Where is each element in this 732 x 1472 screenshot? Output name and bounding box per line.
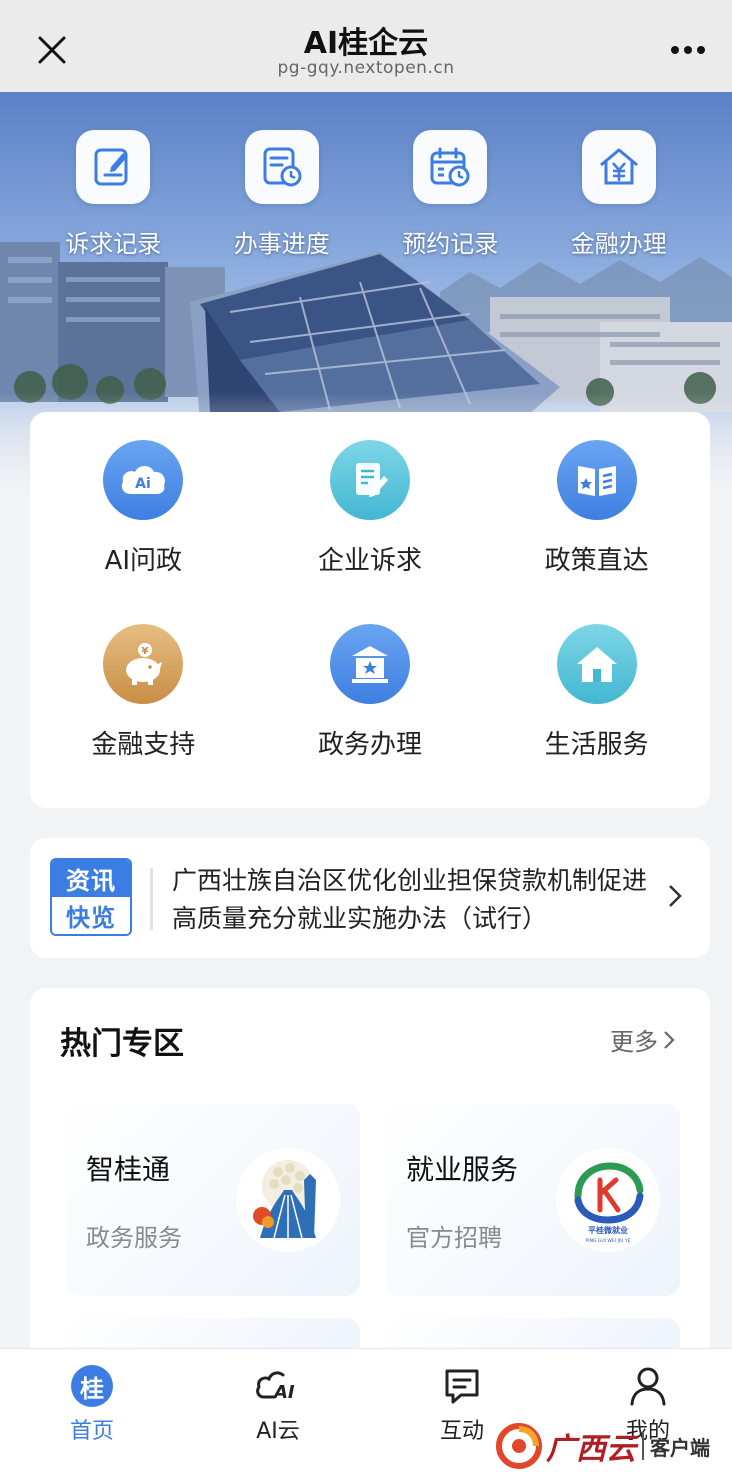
logo-subtext: PING GUI WEI JIU YE bbox=[586, 1238, 631, 1244]
service-label: AI问政 bbox=[104, 546, 183, 576]
service-label: 生活服务 bbox=[544, 730, 649, 760]
service-finance-support[interactable]: ¥ 金融支持 bbox=[30, 624, 257, 808]
more-button[interactable] bbox=[666, 30, 710, 70]
piggy-bank-icon: ¥ bbox=[103, 624, 184, 704]
finance-house-icon bbox=[581, 130, 656, 204]
hot-card-title: 智桂通 bbox=[86, 1153, 171, 1186]
service-label: 企业诉求 bbox=[317, 546, 422, 576]
tab-home[interactable]: 桂 首页 bbox=[32, 1365, 152, 1445]
edit-record-icon bbox=[76, 130, 151, 204]
service-label: 金融支持 bbox=[91, 730, 196, 760]
guangxiyun-watermark: 广西云 客户端 bbox=[496, 1420, 732, 1472]
quick-item-finance[interactable]: 金融办理 bbox=[535, 130, 704, 260]
tab-label: 首页 bbox=[69, 1419, 114, 1444]
service-gov-affairs[interactable]: 政务办理 bbox=[257, 624, 484, 808]
service-life[interactable]: 生活服务 bbox=[483, 624, 710, 808]
tab-label: 互动 bbox=[439, 1419, 484, 1444]
hot-card-zhiguitong[interactable]: 智桂通 政务服务 bbox=[66, 1104, 360, 1296]
news-banner[interactable]: 资讯 快览 广西壮族自治区优化创业担保贷款机制促进高质量充分就业实施办法（试行） bbox=[30, 838, 710, 958]
top-bar: AI桂企云 pg-gqy.nextopen.cn bbox=[0, 0, 732, 92]
chevron-right-icon bbox=[664, 1030, 675, 1049]
guangxiyun-logo-icon bbox=[496, 1423, 542, 1469]
calendar-clock-icon bbox=[413, 130, 488, 204]
pingguiwei-logo-icon: 平桂微就业 PING GUI WEI JIU YE bbox=[556, 1148, 660, 1252]
hot-zone-section: 热门专区 更多 智桂通 政务服务 就业服务 官方招聘 平桂微就业 PING GU… bbox=[30, 988, 710, 1368]
more-link-label: 更多 bbox=[610, 1028, 658, 1056]
service-label: 政策直达 bbox=[544, 546, 649, 576]
more-dots-icon bbox=[671, 46, 705, 54]
service-label: 政务办理 bbox=[317, 730, 422, 760]
hot-card-title: 就业服务 bbox=[406, 1153, 519, 1186]
more-link[interactable]: 更多 bbox=[610, 1022, 676, 1057]
policy-book-icon bbox=[556, 440, 637, 520]
hot-card-subtitle: 官方招聘 bbox=[406, 1224, 502, 1252]
quick-item-label: 诉求记录 bbox=[65, 230, 162, 258]
document-pen-icon bbox=[329, 440, 410, 520]
quick-item-label: 预约记录 bbox=[402, 230, 499, 258]
quick-item-label: 金融办理 bbox=[570, 230, 667, 258]
service-enterprise-appeal[interactable]: 企业诉求 bbox=[257, 440, 484, 624]
svg-text:¥: ¥ bbox=[142, 646, 149, 657]
watermark-brand: 广西云 bbox=[546, 1432, 636, 1467]
watermark-suffix: 客户端 bbox=[650, 1435, 710, 1460]
quick-item-label: 办事进度 bbox=[233, 230, 330, 258]
watermark-divider bbox=[642, 1432, 644, 1460]
house-icon bbox=[556, 624, 637, 704]
zhiguitong-logo-icon bbox=[236, 1148, 340, 1252]
user-icon bbox=[630, 1367, 666, 1406]
svg-text:AI: AI bbox=[272, 1382, 295, 1403]
news-badge-line1: 资讯 bbox=[52, 860, 130, 897]
tab-ai-cloud[interactable]: AI AI云 bbox=[218, 1365, 338, 1445]
chevron-right-icon bbox=[669, 885, 682, 907]
service-policy-direct[interactable]: 政策直达 bbox=[483, 440, 710, 624]
news-badge-line2: 快览 bbox=[52, 897, 130, 934]
section-title: 热门专区 bbox=[60, 1026, 184, 1062]
quick-actions: 诉求记录 办事进度 预约记录 金融办理 bbox=[0, 130, 732, 260]
quick-item-booking[interactable]: 预约记录 bbox=[366, 130, 535, 260]
chat-bubble-icon bbox=[445, 1369, 479, 1404]
gui-home-icon: 桂 bbox=[71, 1365, 113, 1407]
tab-label: AI云 bbox=[256, 1419, 300, 1444]
news-badge: 资讯 快览 bbox=[50, 858, 132, 936]
news-headline: 广西壮族自治区优化创业担保贷款机制促进高质量充分就业实施办法（试行） bbox=[172, 866, 648, 933]
progress-doc-icon bbox=[244, 130, 319, 204]
service-ai-consult[interactable]: Ai AI问政 bbox=[30, 440, 257, 624]
government-building-icon bbox=[329, 624, 410, 704]
quick-item-progress[interactable]: 办事进度 bbox=[198, 130, 367, 260]
ai-cloud-icon: Ai bbox=[103, 440, 184, 520]
page-title: AI桂企云 bbox=[303, 26, 429, 61]
svg-text:Ai: Ai bbox=[136, 476, 152, 492]
services-card: Ai AI问政 企业诉求 政策直达 ¥ 金融支持 政务办理 生活服务 bbox=[30, 412, 710, 808]
quick-item-appeal-records[interactable]: 诉求记录 bbox=[29, 130, 198, 260]
news-divider bbox=[150, 868, 153, 930]
hot-card-subtitle: 政务服务 bbox=[86, 1224, 182, 1252]
ai-cloud-tab-icon: AI bbox=[256, 1371, 295, 1403]
hot-card-employment[interactable]: 就业服务 官方招聘 平桂微就业 PING GUI WEI JIU YE bbox=[386, 1104, 680, 1296]
page-url: pg-gqy.nextopen.cn bbox=[277, 58, 455, 78]
home-glyph: 桂 bbox=[80, 1374, 104, 1403]
logo-text: 平桂微就业 bbox=[588, 1225, 628, 1235]
